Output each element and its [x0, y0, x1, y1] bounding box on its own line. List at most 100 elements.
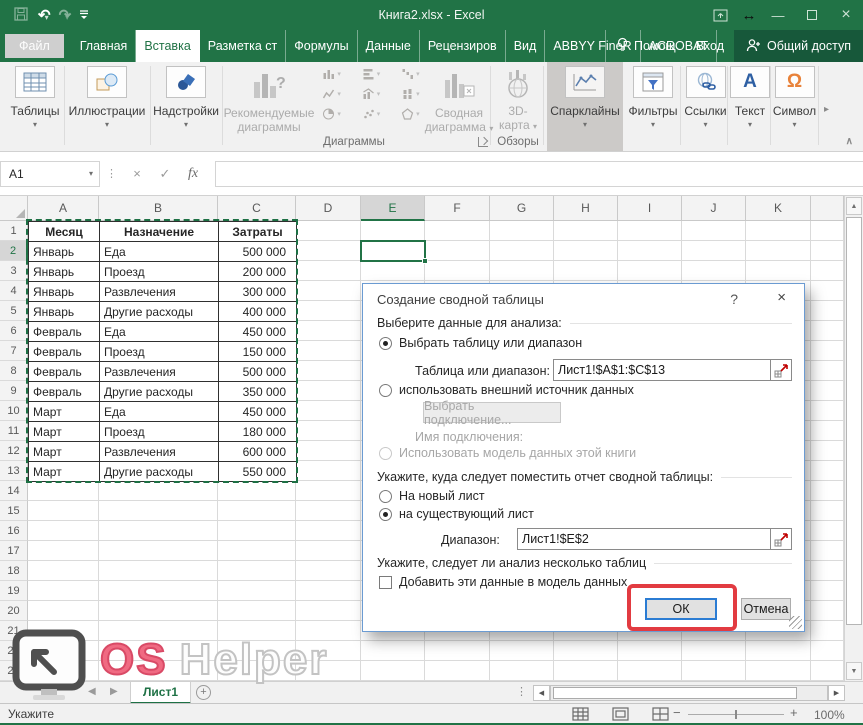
confirm-entry-icon[interactable]: ✓ [151, 166, 179, 182]
month-cell[interactable]: Февраль [29, 342, 100, 362]
zoom-out-icon[interactable]: − [673, 705, 681, 720]
name-box[interactable]: A1 ▾ [0, 161, 100, 187]
maximize-button[interactable] [795, 0, 829, 30]
horizontal-scrollbar[interactable] [550, 685, 828, 701]
row-header[interactable]: 19 [0, 581, 28, 601]
amount-cell[interactable]: 550 000 [219, 462, 297, 482]
filters-button[interactable]: Фильтры▾ [625, 66, 681, 129]
row-header[interactable]: 6 [0, 321, 28, 341]
ribbon-tab[interactable]: Рецензиров [420, 30, 506, 62]
bar-chart-button[interactable]: ▾ [351, 68, 390, 80]
checkbox-unchecked-icon[interactable] [379, 576, 392, 589]
table-header-cell[interactable]: Месяц [29, 222, 100, 242]
row-header[interactable]: 3 [0, 261, 28, 281]
radio-off-icon[interactable] [379, 490, 392, 503]
illustrations-button[interactable]: Иллюстрации▾ [66, 66, 148, 129]
month-cell[interactable]: Март [29, 422, 100, 442]
sign-in-button[interactable]: Вход [686, 30, 734, 62]
scroll-up-icon[interactable]: ▲ [846, 197, 862, 215]
zoom-slider-thumb[interactable] [735, 710, 737, 719]
dialog-resize-grip[interactable] [789, 616, 802, 629]
ribbon-tab[interactable]: Вставка [136, 30, 199, 62]
close-button[interactable]: × [829, 0, 863, 30]
ribbon-display-options-icon[interactable] [703, 0, 737, 30]
zoom-level[interactable]: 100% [814, 708, 845, 722]
row-header[interactable]: 13 [0, 461, 28, 481]
row-header[interactable]: 8 [0, 361, 28, 381]
amount-cell[interactable]: 150 000 [219, 342, 297, 362]
map3d-button[interactable]: 3D-карта ▾ [494, 66, 542, 133]
column-header-partial[interactable] [811, 196, 844, 221]
horizontal-scroll-thumb[interactable] [553, 687, 797, 699]
charts-dialog-launcher-icon[interactable] [478, 137, 488, 147]
row-header[interactable]: 17 [0, 541, 28, 561]
column-header[interactable]: H [554, 196, 618, 221]
row-header[interactable]: 11 [0, 421, 28, 441]
amount-cell[interactable]: 300 000 [219, 282, 297, 302]
column-header[interactable]: F [425, 196, 490, 221]
category-cell[interactable]: Еда [100, 242, 219, 262]
month-cell[interactable]: Январь [29, 242, 100, 262]
radio-select-table-range[interactable]: Выбрать таблицу или диапазон [379, 336, 582, 350]
column-header[interactable]: B [99, 196, 218, 221]
dialog-help-icon[interactable]: ? [730, 291, 738, 307]
amount-cell[interactable]: 180 000 [219, 422, 297, 442]
formula-bar-handle-icon[interactable]: ⋮ [100, 167, 123, 180]
links-button[interactable]: Ссылки▾ [683, 66, 728, 129]
column-header[interactable]: A [28, 196, 99, 221]
customize-qat-button[interactable] [79, 8, 89, 23]
ribbon-tab[interactable]: Разметка ст [200, 30, 286, 62]
range-picker-icon[interactable] [771, 359, 792, 381]
amount-cell[interactable]: 400 000 [219, 302, 297, 322]
amount-cell[interactable]: 350 000 [219, 382, 297, 402]
radio-existing-sheet[interactable]: на существующий лист [379, 507, 534, 521]
location-picker-icon[interactable] [771, 528, 792, 550]
tab-file[interactable]: Файл [5, 34, 64, 58]
row-header[interactable]: 15 [0, 501, 28, 521]
collapse-ribbon-icon[interactable]: ∧ [846, 136, 853, 147]
share-button[interactable]: Общий доступ [734, 30, 863, 62]
vertical-scroll-thumb[interactable] [846, 217, 862, 625]
page-break-view-icon[interactable] [652, 707, 669, 724]
amount-cell[interactable]: 500 000 [219, 362, 297, 382]
category-cell[interactable]: Развлечения [100, 362, 219, 382]
fill-handle[interactable] [422, 258, 428, 264]
row-header[interactable]: 20 [0, 601, 28, 621]
ok-button[interactable]: ОК [645, 598, 717, 620]
column-chart-button[interactable]: ▾ [312, 68, 351, 80]
recommended-charts-button[interactable]: ? Рекомендуемыедиаграммы [228, 66, 310, 135]
hscroll-left-icon[interactable]: ◀ [533, 685, 550, 701]
radio-on-icon[interactable] [379, 508, 392, 521]
category-cell[interactable]: Еда [100, 402, 219, 422]
sparklines-button[interactable]: Спарклайны▾ [547, 66, 623, 129]
dialog-close-icon[interactable]: × [777, 289, 786, 306]
ribbon-tab[interactable]: Главная [72, 30, 137, 62]
row-header[interactable]: 16 [0, 521, 28, 541]
scatter-chart-button[interactable]: ▾ [351, 108, 390, 120]
range-input[interactable] [553, 359, 771, 381]
active-cell-E2[interactable] [360, 240, 426, 262]
month-cell[interactable]: Март [29, 442, 100, 462]
save-icon[interactable] [14, 7, 28, 24]
hscroll-right-icon[interactable]: ▶ [828, 685, 845, 701]
tab-bar-splitter-icon[interactable]: ⋮ [516, 685, 527, 698]
category-cell[interactable]: Проезд [100, 342, 219, 362]
checkbox-add-to-model[interactable]: Добавить эти данные в модель данных [379, 575, 627, 589]
pivot-chart-button[interactable]: Своднаядиаграмма ▾ [430, 66, 488, 135]
cancel-button[interactable]: Отмена [741, 598, 791, 620]
table-header-cell[interactable]: Затраты [219, 222, 297, 242]
column-header[interactable]: J [682, 196, 746, 221]
zoom-in-icon[interactable]: + [790, 705, 798, 720]
month-cell[interactable]: Февраль [29, 322, 100, 342]
month-cell[interactable]: Январь [29, 302, 100, 322]
column-header[interactable]: C [218, 196, 296, 221]
category-cell[interactable]: Другие расходы [100, 462, 219, 482]
stacked-chart-button[interactable]: ▾ [391, 88, 430, 100]
minimize-button[interactable]: — [761, 0, 795, 30]
line-chart-button[interactable]: ▾ [312, 88, 351, 100]
cancel-entry-icon[interactable]: × [123, 166, 151, 181]
radio-on-icon[interactable] [379, 337, 392, 350]
combo-chart-button[interactable]: ▾ [351, 88, 390, 100]
undo-button[interactable]: ↶▾ [38, 8, 49, 23]
normal-view-icon[interactable] [572, 707, 589, 724]
